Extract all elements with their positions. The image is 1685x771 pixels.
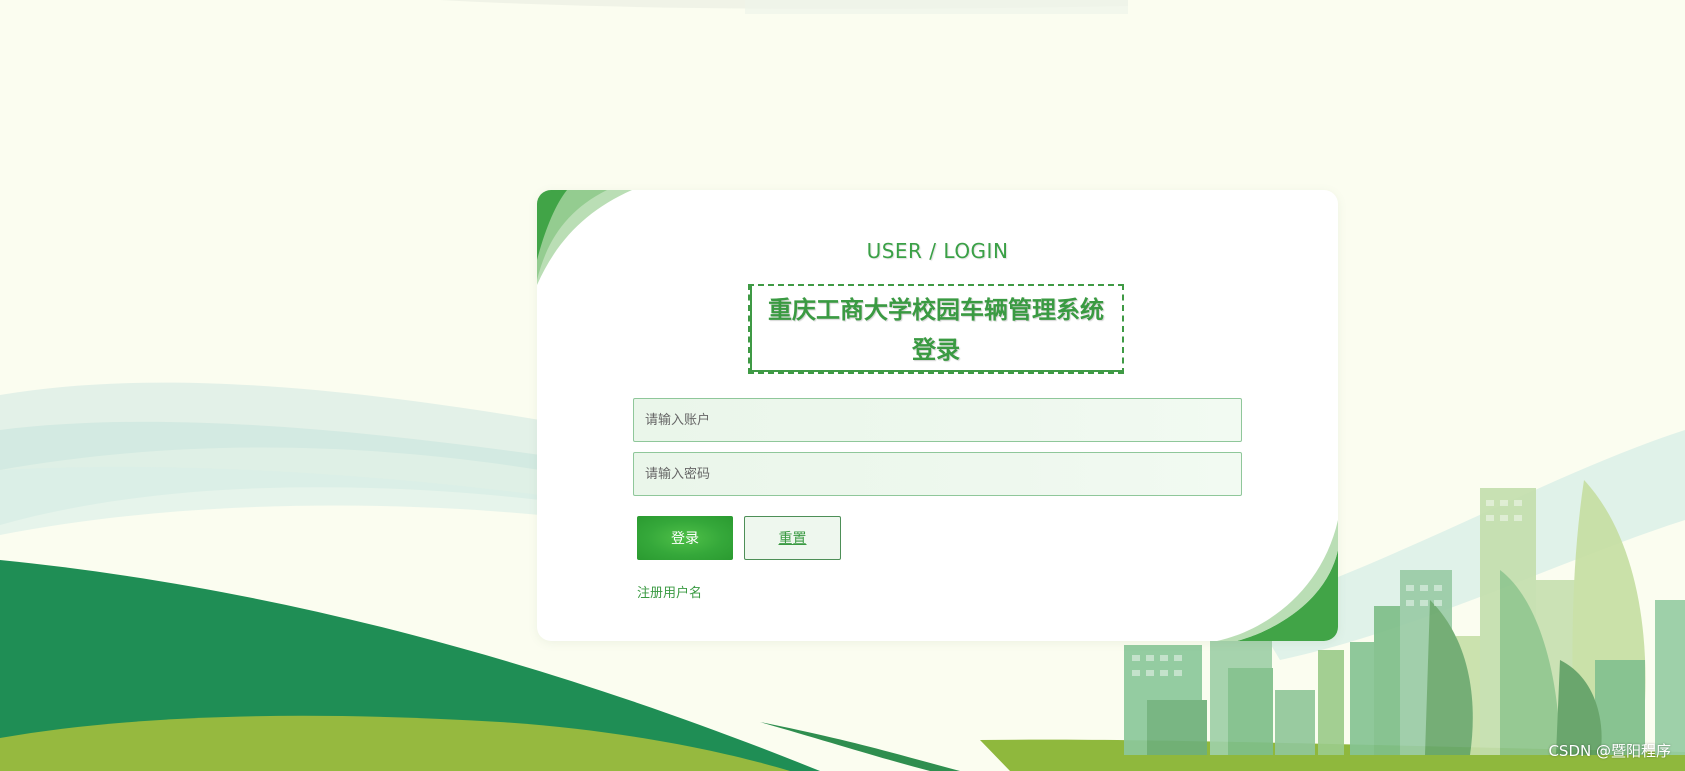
reset-button[interactable]: 重置 <box>744 516 841 560</box>
username-input[interactable] <box>633 398 1242 442</box>
system-title: 重庆工商大学校园车辆管理系统 <box>768 296 1104 324</box>
system-title-suffix: 登录 <box>912 336 960 364</box>
login-subtitle: USER / LOGIN <box>866 239 1009 263</box>
login-page: USER / LOGIN 重庆工商大学校园车辆管理系统 登录 登录 重置 注册用… <box>0 0 1685 771</box>
watermark: CSDN @暨阳程序 <box>1548 742 1671 760</box>
system-title-box: 重庆工商大学校园车辆管理系统 登录 <box>748 284 1124 374</box>
login-button[interactable]: 登录 <box>637 516 733 560</box>
password-input[interactable] <box>633 452 1242 496</box>
login-card: USER / LOGIN 重庆工商大学校园车辆管理系统 登录 登录 重置 注册用… <box>537 190 1338 641</box>
register-link[interactable]: 注册用户名 <box>637 582 702 601</box>
